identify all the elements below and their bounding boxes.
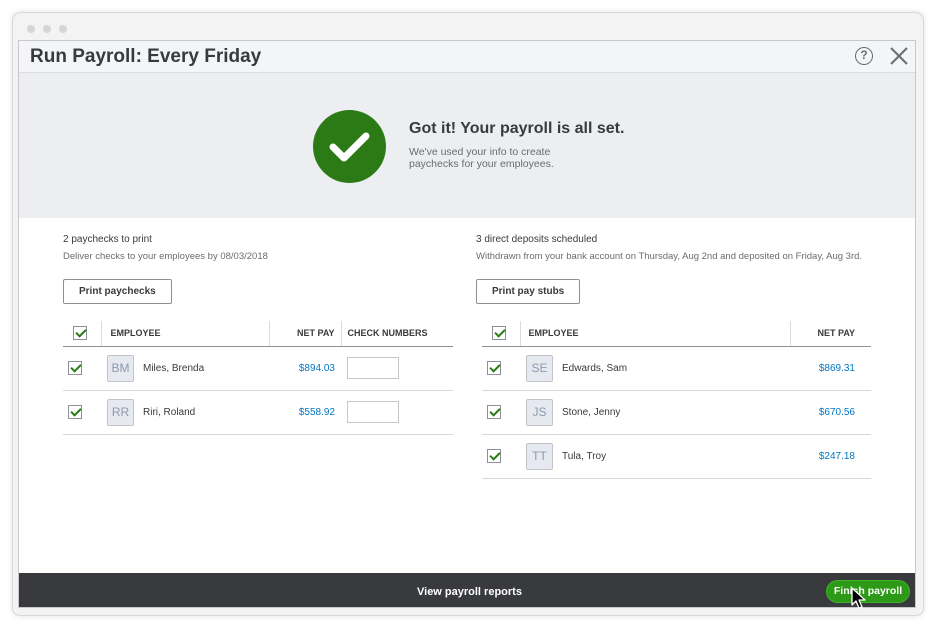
employee-column-header[interactable]: EMPLOYEE — [100, 321, 269, 347]
success-check-icon — [313, 110, 386, 183]
row-select-cell — [63, 346, 101, 391]
row-checkbox[interactable] — [487, 405, 501, 419]
employee-cell: SE Edwards, Sam — [520, 346, 790, 391]
dialog-title: Run Payroll: Every Friday — [30, 46, 262, 67]
employee-name: Miles, Brenda — [143, 362, 205, 374]
net-pay-link[interactable]: $558.92 — [269, 390, 341, 435]
avatar: SE — [526, 354, 553, 382]
avatar: JS — [526, 398, 553, 426]
deposits-schedule: Withdrawn from your bank account on Thur… — [476, 251, 863, 262]
select-all-checkbox[interactable] — [73, 326, 87, 341]
avatar: RR — [107, 398, 134, 426]
employee-cell: RR Riri, Roland — [101, 390, 269, 435]
table-header-row: EMPLOYEE NET PAY — [482, 321, 871, 347]
direct-deposits-section: 3 direct deposits scheduled Withdrawn fr… — [476, 234, 886, 479]
employee-name: Stone, Jenny — [562, 406, 621, 418]
minimize-window-dot[interactable] — [43, 25, 51, 33]
check-numbers-column-header: CHECK NUMBERS — [340, 321, 453, 347]
employee-cell: TT Tula, Troy — [520, 434, 790, 479]
success-title: Got it! Your payroll is all set. — [409, 120, 625, 137]
help-icon[interactable]: ? — [855, 47, 873, 65]
row-checkbox[interactable] — [487, 449, 501, 463]
employee-cell: JS Stone, Jenny — [520, 390, 790, 435]
row-select-cell — [482, 346, 520, 391]
print-paychecks-button[interactable]: Print paychecks — [63, 279, 172, 304]
table-row: TT Tula, Troy $247.18 — [482, 434, 871, 479]
success-subtitle: We've used your info to create paychecks… — [409, 146, 554, 170]
print-pay-stubs-button[interactable]: Print pay stubs — [476, 279, 581, 304]
net-pay-column-header[interactable]: NET PAY — [789, 321, 871, 347]
employee-name: Edwards, Sam — [562, 362, 628, 374]
close-icon[interactable] — [887, 43, 911, 69]
employee-name: Tula, Troy — [562, 450, 607, 462]
row-select-cell — [482, 434, 520, 479]
view-payroll-reports-link[interactable]: View payroll reports — [417, 586, 522, 598]
paychecks-section: 2 paychecks to print Deliver checks to y… — [63, 234, 453, 435]
employee-name: Riri, Roland — [143, 406, 196, 418]
close-window-dot[interactable] — [27, 25, 35, 33]
employee-column-header[interactable]: EMPLOYEE — [519, 321, 790, 347]
table-row: SE Edwards, Sam $869.31 — [482, 346, 871, 391]
avatar: BM — [107, 354, 134, 382]
direct-deposits-table: EMPLOYEE NET PAY SE Edwards, Sam $869.31 … — [482, 321, 871, 479]
table-row: JS Stone, Jenny $670.56 — [482, 390, 871, 435]
net-pay-link[interactable]: $247.18 — [790, 434, 871, 479]
table-row: RR Riri, Roland $558.92 — [63, 390, 453, 435]
net-pay-link[interactable]: $894.03 — [269, 346, 341, 391]
row-checkbox[interactable] — [68, 361, 82, 375]
paychecks-table: EMPLOYEE NET PAY CHECK NUMBERS BM Miles, … — [63, 321, 453, 435]
select-all-cell — [63, 321, 101, 347]
avatar: TT — [526, 442, 553, 470]
row-select-cell — [482, 390, 520, 435]
select-all-checkbox[interactable] — [492, 326, 506, 341]
window-controls — [27, 25, 67, 33]
row-checkbox[interactable] — [68, 405, 82, 419]
row-checkbox[interactable] — [487, 361, 501, 375]
check-number-cell — [341, 390, 453, 435]
maximize-window-dot[interactable] — [59, 25, 67, 33]
table-header-row: EMPLOYEE NET PAY CHECK NUMBERS — [63, 321, 453, 347]
net-pay-link[interactable]: $869.31 — [790, 346, 871, 391]
success-banner: Got it! Your payroll is all set. We've u… — [19, 73, 915, 218]
employee-cell: BM Miles, Brenda — [101, 346, 269, 391]
finish-payroll-button[interactable]: Finish payroll — [826, 580, 910, 603]
paychecks-count: 2 paychecks to print — [63, 234, 152, 245]
mouse-pointer-icon — [851, 587, 867, 616]
net-pay-column-header[interactable]: NET PAY — [268, 321, 341, 347]
row-select-cell — [63, 390, 101, 435]
check-number-input[interactable] — [347, 357, 399, 379]
dialog-header: Run Payroll: Every Friday ? — [19, 41, 915, 73]
check-number-cell — [341, 346, 453, 391]
paychecks-deadline: Deliver checks to your employees by 08/0… — [63, 251, 268, 262]
payroll-dialog: Run Payroll: Every Friday ? Got it! Your… — [18, 40, 916, 608]
select-all-cell — [482, 321, 520, 347]
table-row: BM Miles, Brenda $894.03 — [63, 346, 453, 391]
net-pay-link[interactable]: $670.56 — [790, 390, 871, 435]
check-number-input[interactable] — [347, 401, 399, 423]
deposits-count: 3 direct deposits scheduled — [476, 234, 598, 245]
dialog-footer: View payroll reports Finish payroll — [19, 573, 915, 607]
